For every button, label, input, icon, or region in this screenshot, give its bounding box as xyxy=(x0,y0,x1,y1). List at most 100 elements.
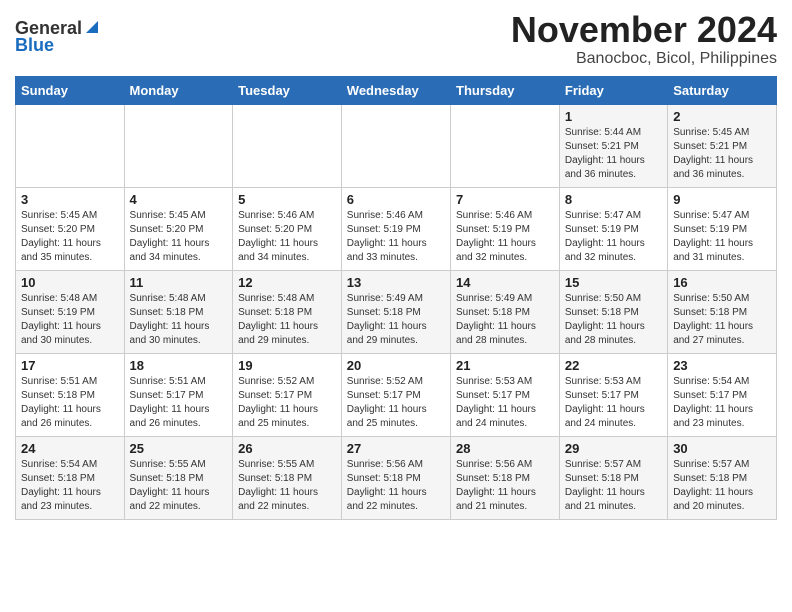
calendar-cell: 20Sunrise: 5:52 AM Sunset: 5:17 PM Dayli… xyxy=(341,353,450,436)
day-number: 17 xyxy=(21,358,119,373)
header: General Blue November 2024 Banocboc, Bic… xyxy=(15,10,777,68)
day-info: Sunrise: 5:51 AM Sunset: 5:18 PM Dayligh… xyxy=(21,375,119,431)
calendar-week-row: 24 Sunrise: 5:54 AM Sunset: 5:18 PM Dayli… xyxy=(16,436,777,519)
day-number: 25 xyxy=(130,441,228,456)
calendar-header-row: SundayMondayTuesdayWednesdayThursdayFrid… xyxy=(16,76,777,104)
day-info: Sunrise: 5:48 AM Sunset: 5:19 PM Dayligh… xyxy=(21,292,119,348)
day-info: Sunrise: 5:56 AM Sunset: 5:18 PM Dayligh… xyxy=(347,458,445,514)
calendar-cell xyxy=(341,104,450,187)
calendar-cell: 23 Sunrise: 5:54 AM Sunset: 5:17 PM Dayli… xyxy=(668,353,777,436)
day-number: 24 xyxy=(21,441,119,456)
day-number: 27 xyxy=(347,441,445,456)
day-number: 1 xyxy=(565,109,662,124)
calendar-header-sunday: Sunday xyxy=(16,76,125,104)
calendar-cell: 19 Sunrise: 5:52 AM Sunset: 5:17 PM Dayli… xyxy=(233,353,342,436)
calendar-cell: 6Sunrise: 5:46 AM Sunset: 5:19 PM Daylig… xyxy=(341,187,450,270)
calendar-week-row: 3 Sunrise: 5:45 AM Sunset: 5:20 PM Daylig… xyxy=(16,187,777,270)
day-number: 22 xyxy=(565,358,662,373)
day-info: Sunrise: 5:55 AM Sunset: 5:18 PM Dayligh… xyxy=(130,458,228,514)
day-number: 19 xyxy=(238,358,336,373)
day-info: Sunrise: 5:56 AM Sunset: 5:18 PM Dayligh… xyxy=(456,458,554,514)
calendar-table: SundayMondayTuesdayWednesdayThursdayFrid… xyxy=(15,76,777,520)
calendar-cell: 21 Sunrise: 5:53 AM Sunset: 5:17 PM Dayli… xyxy=(451,353,560,436)
day-info: Sunrise: 5:45 AM Sunset: 5:20 PM Dayligh… xyxy=(21,209,119,265)
calendar-cell: 3 Sunrise: 5:45 AM Sunset: 5:20 PM Daylig… xyxy=(16,187,125,270)
calendar-cell: 12 Sunrise: 5:48 AM Sunset: 5:18 PM Dayli… xyxy=(233,270,342,353)
day-number: 16 xyxy=(673,275,771,290)
calendar-header-thursday: Thursday xyxy=(451,76,560,104)
calendar-header-friday: Friday xyxy=(559,76,667,104)
day-info: Sunrise: 5:46 AM Sunset: 5:19 PM Dayligh… xyxy=(456,209,554,265)
logo: General Blue xyxy=(15,18,98,56)
calendar-week-row: 10 Sunrise: 5:48 AM Sunset: 5:19 PM Dayli… xyxy=(16,270,777,353)
calendar-header-wednesday: Wednesday xyxy=(341,76,450,104)
calendar-cell: 5Sunrise: 5:46 AM Sunset: 5:20 PM Daylig… xyxy=(233,187,342,270)
day-info: Sunrise: 5:50 AM Sunset: 5:18 PM Dayligh… xyxy=(565,292,662,348)
page-subtitle: Banocboc, Bicol, Philippines xyxy=(511,50,777,68)
day-number: 30 xyxy=(673,441,771,456)
day-number: 3 xyxy=(21,192,119,207)
day-info: Sunrise: 5:51 AM Sunset: 5:17 PM Dayligh… xyxy=(130,375,228,431)
day-info: Sunrise: 5:46 AM Sunset: 5:19 PM Dayligh… xyxy=(347,209,445,265)
day-info: Sunrise: 5:47 AM Sunset: 5:19 PM Dayligh… xyxy=(673,209,771,265)
logo-blue-text: Blue xyxy=(15,35,54,56)
day-number: 10 xyxy=(21,275,119,290)
day-number: 8 xyxy=(565,192,662,207)
logo-triangle-icon xyxy=(84,19,98,33)
page-title: November 2024 xyxy=(511,10,777,50)
calendar-header-monday: Monday xyxy=(124,76,233,104)
day-number: 4 xyxy=(130,192,228,207)
calendar-cell: 26 Sunrise: 5:55 AM Sunset: 5:18 PM Dayli… xyxy=(233,436,342,519)
calendar-cell: 14 Sunrise: 5:49 AM Sunset: 5:18 PM Dayli… xyxy=(451,270,560,353)
day-number: 9 xyxy=(673,192,771,207)
page: General Blue November 2024 Banocboc, Bic… xyxy=(0,0,792,535)
day-info: Sunrise: 5:46 AM Sunset: 5:20 PM Dayligh… xyxy=(238,209,336,265)
calendar-header-saturday: Saturday xyxy=(668,76,777,104)
day-info: Sunrise: 5:44 AM Sunset: 5:21 PM Dayligh… xyxy=(565,126,662,182)
calendar-cell: 13Sunrise: 5:49 AM Sunset: 5:18 PM Dayli… xyxy=(341,270,450,353)
day-number: 14 xyxy=(456,275,554,290)
calendar-cell: 24 Sunrise: 5:54 AM Sunset: 5:18 PM Dayli… xyxy=(16,436,125,519)
day-number: 15 xyxy=(565,275,662,290)
day-number: 2 xyxy=(673,109,771,124)
day-info: Sunrise: 5:50 AM Sunset: 5:18 PM Dayligh… xyxy=(673,292,771,348)
calendar-week-row: 1 Sunrise: 5:44 AM Sunset: 5:21 PM Daylig… xyxy=(16,104,777,187)
calendar-cell: 7 Sunrise: 5:46 AM Sunset: 5:19 PM Daylig… xyxy=(451,187,560,270)
day-number: 7 xyxy=(456,192,554,207)
day-info: Sunrise: 5:55 AM Sunset: 5:18 PM Dayligh… xyxy=(238,458,336,514)
day-info: Sunrise: 5:45 AM Sunset: 5:21 PM Dayligh… xyxy=(673,126,771,182)
calendar-cell: 22Sunrise: 5:53 AM Sunset: 5:17 PM Dayli… xyxy=(559,353,667,436)
calendar-cell: 8 Sunrise: 5:47 AM Sunset: 5:19 PM Daylig… xyxy=(559,187,667,270)
calendar-header-tuesday: Tuesday xyxy=(233,76,342,104)
day-number: 20 xyxy=(347,358,445,373)
calendar-cell: 17 Sunrise: 5:51 AM Sunset: 5:18 PM Dayli… xyxy=(16,353,125,436)
day-info: Sunrise: 5:48 AM Sunset: 5:18 PM Dayligh… xyxy=(130,292,228,348)
calendar-cell: 25 Sunrise: 5:55 AM Sunset: 5:18 PM Dayli… xyxy=(124,436,233,519)
day-info: Sunrise: 5:49 AM Sunset: 5:18 PM Dayligh… xyxy=(456,292,554,348)
calendar-cell xyxy=(233,104,342,187)
day-info: Sunrise: 5:52 AM Sunset: 5:17 PM Dayligh… xyxy=(238,375,336,431)
day-info: Sunrise: 5:54 AM Sunset: 5:18 PM Dayligh… xyxy=(21,458,119,514)
calendar-cell xyxy=(124,104,233,187)
calendar-cell: 28Sunrise: 5:56 AM Sunset: 5:18 PM Dayli… xyxy=(451,436,560,519)
day-number: 29 xyxy=(565,441,662,456)
calendar-cell: 1 Sunrise: 5:44 AM Sunset: 5:21 PM Daylig… xyxy=(559,104,667,187)
title-block: November 2024 Banocboc, Bicol, Philippin… xyxy=(511,10,777,68)
calendar-cell: 18Sunrise: 5:51 AM Sunset: 5:17 PM Dayli… xyxy=(124,353,233,436)
day-info: Sunrise: 5:48 AM Sunset: 5:18 PM Dayligh… xyxy=(238,292,336,348)
day-number: 11 xyxy=(130,275,228,290)
day-info: Sunrise: 5:49 AM Sunset: 5:18 PM Dayligh… xyxy=(347,292,445,348)
calendar-cell: 29 Sunrise: 5:57 AM Sunset: 5:18 PM Dayli… xyxy=(559,436,667,519)
calendar-cell xyxy=(451,104,560,187)
day-number: 21 xyxy=(456,358,554,373)
day-info: Sunrise: 5:54 AM Sunset: 5:17 PM Dayligh… xyxy=(673,375,771,431)
day-number: 23 xyxy=(673,358,771,373)
calendar-cell: 11 Sunrise: 5:48 AM Sunset: 5:18 PM Dayli… xyxy=(124,270,233,353)
day-number: 26 xyxy=(238,441,336,456)
day-number: 12 xyxy=(238,275,336,290)
day-info: Sunrise: 5:57 AM Sunset: 5:18 PM Dayligh… xyxy=(565,458,662,514)
calendar-cell: 30Sunrise: 5:57 AM Sunset: 5:18 PM Dayli… xyxy=(668,436,777,519)
day-info: Sunrise: 5:47 AM Sunset: 5:19 PM Dayligh… xyxy=(565,209,662,265)
day-info: Sunrise: 5:45 AM Sunset: 5:20 PM Dayligh… xyxy=(130,209,228,265)
day-info: Sunrise: 5:53 AM Sunset: 5:17 PM Dayligh… xyxy=(456,375,554,431)
